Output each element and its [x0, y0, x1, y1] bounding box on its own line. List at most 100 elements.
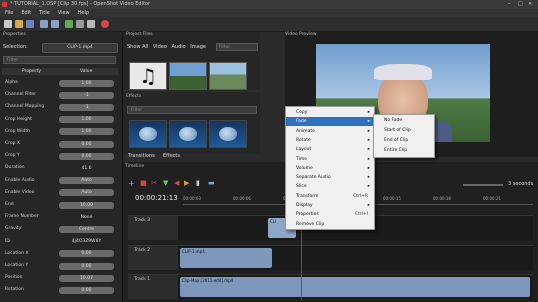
context-menu-item[interactable]: Slice ▸ [286, 182, 374, 191]
property-value[interactable]: 0.00 [59, 152, 114, 160]
minimize-icon[interactable]: – [508, 0, 511, 9]
effect-thumbnail[interactable] [129, 120, 167, 148]
snap-icon[interactable]: ■ [140, 179, 147, 188]
context-menu-item[interactable]: Rotate ▸ [286, 136, 374, 145]
context-menu-item[interactable]: Separate Audio ▸ [286, 173, 374, 182]
menu-view[interactable]: View [58, 10, 70, 16]
open-project-icon[interactable] [15, 20, 23, 28]
property-value[interactable]: 0.00 [59, 286, 114, 294]
property-value[interactable]: -1 [59, 91, 114, 99]
property-row[interactable]: Location X 0.00 [2, 249, 118, 259]
zoom-icon[interactable]: ▬ [208, 179, 215, 188]
tab-transitions[interactable]: Transitions [128, 153, 155, 159]
property-value[interactable]: Auto [59, 177, 114, 185]
property-row[interactable]: Enable Audio Auto [2, 176, 118, 186]
submenu-no-fade[interactable]: No Fade [384, 116, 402, 125]
property-row[interactable]: Crop Y 0.00 [2, 151, 118, 161]
tab-effects[interactable]: Effects [163, 153, 180, 159]
property-value[interactable]: 0.00 [59, 140, 114, 148]
property-row[interactable]: Rotation 0.00 [2, 285, 118, 295]
clip-label: CLI [270, 219, 277, 224]
context-menu-item[interactable]: Fade ▸ [286, 117, 374, 127]
property-value[interactable]: 41.6 [59, 165, 114, 172]
close-icon[interactable]: ✕ [528, 0, 532, 9]
properties-filter-input[interactable]: Filter [3, 56, 116, 64]
new-project-icon[interactable] [4, 20, 12, 28]
menu-edit[interactable]: Edit [21, 10, 31, 16]
audio-file-thumbnail[interactable]: ♫ [129, 62, 167, 90]
context-menu-item[interactable]: Remove Clip [286, 220, 374, 229]
property-row[interactable]: Crop X 0.00 [2, 139, 118, 149]
context-menu-item[interactable]: Display ▸ [286, 201, 374, 210]
property-row[interactable]: Channel Mapping -1 [2, 102, 118, 112]
timeline-clip[interactable]: CLIP-1.mp4 [180, 248, 272, 268]
property-value[interactable]: 10.07 [59, 274, 114, 282]
video-file-thumbnail[interactable] [209, 62, 247, 90]
zoom-slider[interactable] [463, 184, 503, 186]
property-row[interactable]: Frame Number None [2, 212, 118, 222]
property-value[interactable]: None [59, 214, 114, 221]
menu-title[interactable]: Title [39, 10, 50, 16]
property-row[interactable]: Position 10.07 [2, 273, 118, 283]
context-menu-item[interactable]: Animate ▸ [286, 127, 374, 136]
context-menu-item[interactable]: Copy ▸ [286, 108, 374, 117]
property-value[interactable]: 1.00 [59, 79, 114, 87]
property-row[interactable]: End 10.00 [2, 200, 118, 210]
property-value[interactable]: 4J4O3Z9W6Y [59, 238, 114, 245]
property-row[interactable]: Enable Video Auto [2, 188, 118, 198]
profile-icon[interactable] [76, 20, 84, 28]
redo-icon[interactable] [51, 20, 59, 28]
context-menu-item[interactable]: Transform Ctrl+R [286, 192, 374, 201]
next-marker-icon[interactable]: ▶ [184, 179, 189, 188]
property-value[interactable]: 0.00 [59, 262, 114, 270]
submenu-end-of-clip[interactable]: End of Clip [384, 136, 408, 145]
property-value[interactable]: 10.00 [59, 201, 114, 209]
effect-thumbnail[interactable] [169, 120, 207, 148]
track-row[interactable]: Track 2 CLIP-1.mp4 [128, 245, 533, 270]
property-value[interactable]: -1 [59, 103, 114, 111]
property-value[interactable]: Centre [59, 225, 114, 233]
property-row[interactable]: Crop Width 1.00 [2, 127, 118, 137]
center-timeline-icon[interactable]: ▮ [196, 179, 200, 188]
property-row[interactable]: Gravity Centre [2, 224, 118, 234]
undo-icon[interactable] [40, 20, 48, 28]
property-value[interactable]: 0.00 [59, 250, 114, 258]
property-row[interactable]: Alpha 1.00 [2, 78, 118, 88]
marker-icon[interactable]: ▼ [163, 179, 168, 188]
context-menu-item[interactable]: Layout ▸ [286, 145, 374, 154]
property-value[interactable]: Auto [59, 189, 114, 197]
property-value[interactable]: 1.00 [59, 128, 114, 136]
files-filter-input[interactable]: Filter [216, 43, 258, 51]
timeline-clip[interactable]: Clip-May [2011-edit].mp4 [180, 277, 530, 297]
tab-image[interactable]: Image [190, 44, 206, 50]
track-row[interactable]: Track 1 Clip-May [2011-edit].mp4 [128, 274, 533, 299]
tab-video[interactable]: Video [153, 44, 167, 50]
save-project-icon[interactable] [26, 20, 34, 28]
maximize-icon[interactable]: □ [518, 0, 523, 9]
previous-marker-icon[interactable]: ◀ [174, 179, 179, 188]
context-menu-item[interactable]: Properties Ctrl+I [286, 210, 374, 219]
menu-help[interactable]: Help [78, 10, 89, 16]
submenu-entire-clip[interactable]: Entire Clip [384, 146, 407, 155]
add-track-icon[interactable]: + [128, 179, 135, 188]
property-row[interactable]: Crop Height 1.00 [2, 115, 118, 125]
property-row[interactable]: Channel Filter -1 [2, 90, 118, 100]
fullscreen-icon[interactable] [87, 20, 95, 28]
tab-show-all[interactable]: Show All [127, 44, 148, 50]
context-menu-item[interactable]: Time ▸ [286, 155, 374, 164]
context-menu-item[interactable]: Volume ▸ [286, 164, 374, 173]
video-file-thumbnail[interactable] [169, 62, 207, 90]
selection-dropdown[interactable]: CLIP-1.mp4 [42, 43, 118, 53]
property-row[interactable]: ID 4J4O3Z9W6Y [2, 237, 118, 247]
tab-audio[interactable]: Audio [171, 44, 185, 50]
submenu-start-of-clip[interactable]: Start of Clip [384, 126, 411, 135]
property-row[interactable]: Duration 41.6 [2, 163, 118, 173]
effects-filter-input[interactable]: Filter [127, 106, 257, 114]
export-icon[interactable] [101, 20, 109, 28]
property-row[interactable]: Location Y 0.00 [2, 261, 118, 271]
import-files-icon[interactable] [65, 20, 73, 28]
menu-file[interactable]: File [5, 10, 13, 16]
property-value[interactable]: 1.00 [59, 116, 114, 124]
effect-thumbnail[interactable] [209, 120, 247, 148]
razor-icon[interactable]: ✂ [151, 179, 157, 188]
